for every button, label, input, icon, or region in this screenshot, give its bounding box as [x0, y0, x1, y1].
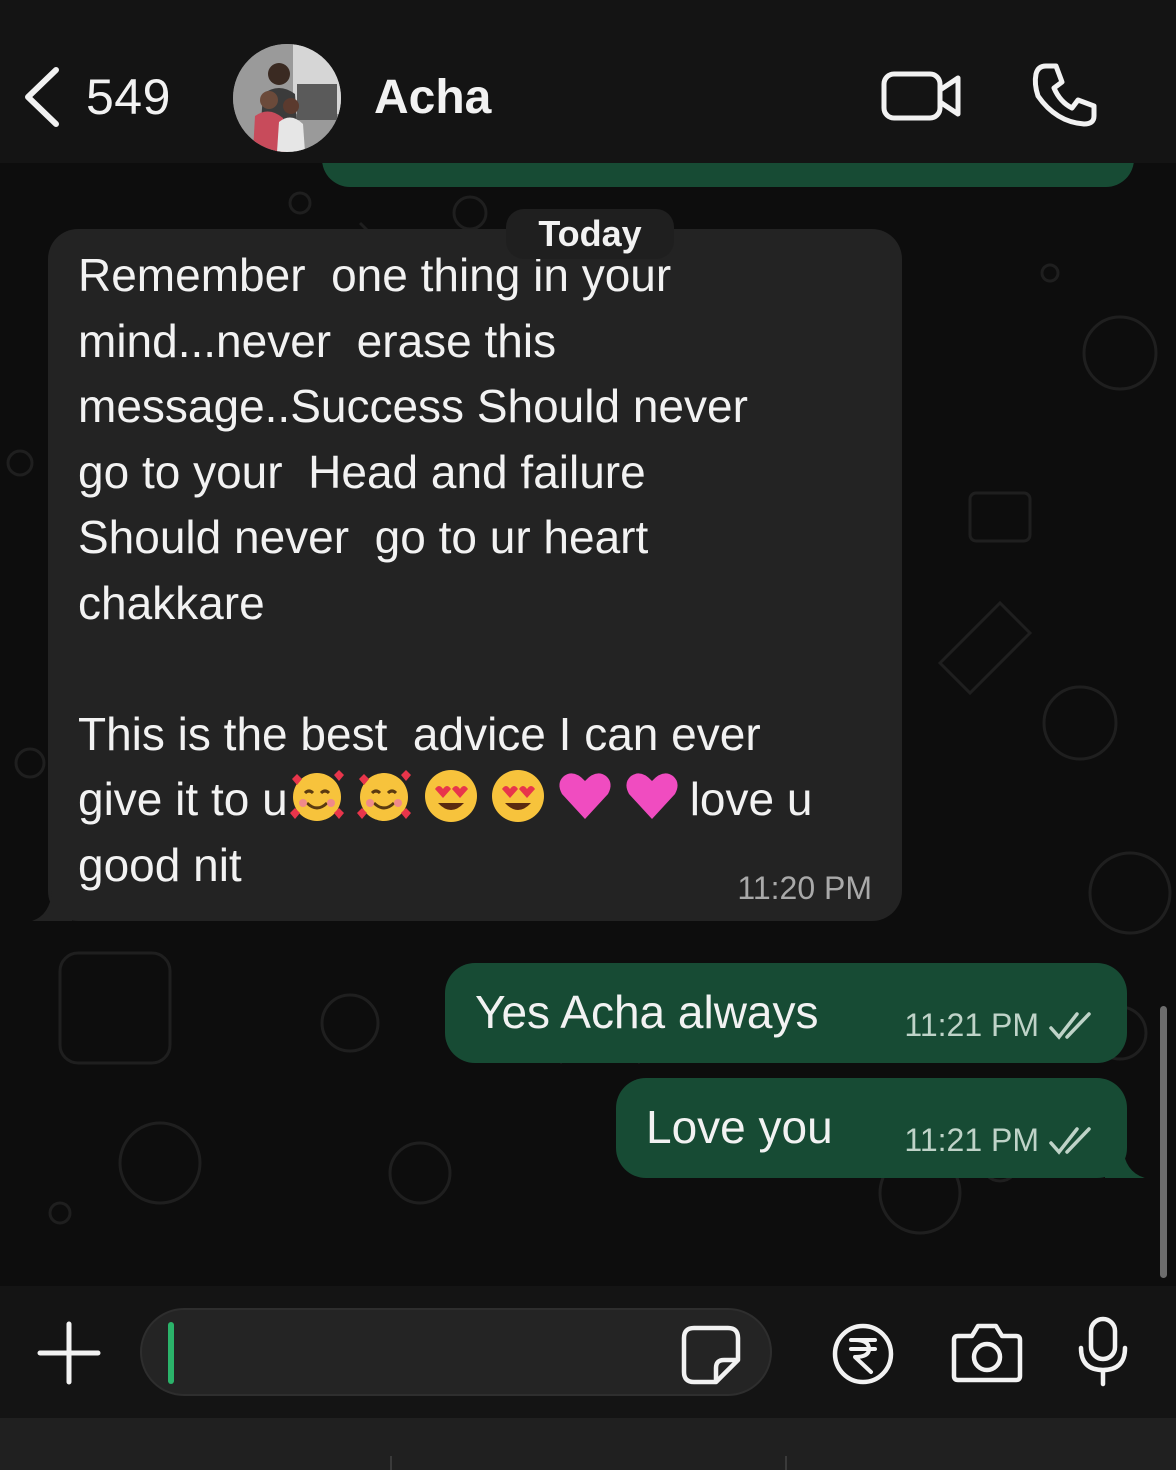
double-check-icon [1049, 1011, 1091, 1040]
chat-header [0, 0, 1176, 163]
chat-area[interactable]: Remember one thing in your mind...never … [0, 163, 1176, 1286]
smiling-face-with-hearts-icon [356, 770, 411, 821]
message-line: This is the best advice I can ever [78, 707, 761, 760]
bottom-strip [0, 1418, 1176, 1470]
message-line: give it to u [78, 773, 288, 825]
previous-message-bubble[interactable] [322, 163, 1134, 187]
text-cursor [168, 1322, 174, 1384]
chevron-left-icon [25, 67, 59, 127]
outgoing-message[interactable]: Yes Acha always 11:21 PM [445, 963, 1127, 1063]
pink-heart-icon [626, 773, 678, 819]
message-line: Should never go to ur heart [78, 511, 649, 563]
divider [785, 1456, 787, 1470]
message-line: message..Success Should never [78, 380, 748, 432]
camera-icon[interactable] [950, 1322, 1024, 1384]
microphone-icon[interactable] [1076, 1316, 1130, 1388]
message-line: mind...never erase this [78, 314, 557, 367]
heart-eyes-icon [424, 770, 477, 822]
sticker-icon[interactable] [680, 1324, 742, 1386]
message-text: Remember one thing in your mind...never … [78, 243, 898, 898]
divider [390, 1456, 392, 1470]
message-timestamp: 11:21 PM [904, 1122, 1039, 1158]
bubble-tail [32, 891, 72, 921]
message-text: Love you [646, 1101, 833, 1153]
scrollbar[interactable] [1160, 1006, 1167, 1278]
message-line: chakkare [78, 576, 265, 629]
message-timestamp: 11:21 PM [904, 1007, 1039, 1043]
back-button[interactable]: 549 [20, 62, 171, 132]
video-call-icon[interactable] [880, 66, 964, 126]
unread-count: 549 [86, 69, 171, 125]
message-timestamp: 11:20 PM [737, 870, 872, 906]
contact-name[interactable]: Acha [374, 70, 491, 125]
message-line: go to your Head and failure [78, 445, 646, 498]
message-line: good nit [78, 838, 242, 891]
pink-heart-icon [559, 773, 611, 819]
plus-icon[interactable] [36, 1320, 102, 1386]
message-meta: 11:21 PM [904, 1007, 1097, 1044]
message-line: love u [689, 773, 813, 825]
rupee-payment-icon[interactable] [831, 1322, 895, 1386]
message-meta: 11:21 PM [904, 1122, 1097, 1159]
date-separator: Today [506, 209, 674, 259]
bubble-tail [1105, 1148, 1145, 1178]
incoming-message[interactable]: Remember one thing in your mind...never … [32, 229, 902, 921]
double-check-icon [1049, 1126, 1091, 1155]
avatar[interactable] [233, 44, 341, 152]
heart-eyes-icon [491, 770, 544, 822]
outgoing-message[interactable]: Love you 11:21 PM [616, 1078, 1145, 1178]
smiling-face-with-hearts-icon [289, 770, 344, 821]
profile-photo [233, 44, 341, 152]
message-input[interactable] [140, 1308, 772, 1396]
message-text: Yes Acha always [475, 986, 819, 1038]
phone-icon[interactable] [1030, 60, 1100, 130]
